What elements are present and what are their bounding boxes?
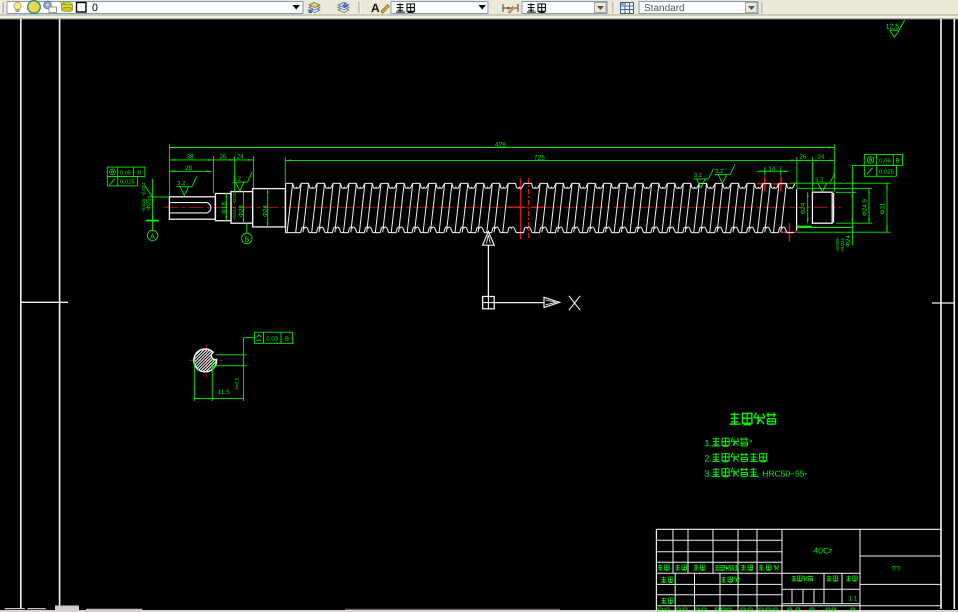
svg-text:14: 14 [769, 165, 776, 172]
svg-text:Φ28: Φ28 [238, 205, 245, 217]
svg-text:B: B [896, 157, 900, 164]
svg-text:0.03: 0.03 [266, 336, 278, 343]
svg-text:12.5: 12.5 [886, 24, 900, 31]
svg-text:3.2: 3.2 [815, 176, 824, 183]
svg-text:B: B [285, 336, 289, 343]
svg-text:24: 24 [237, 153, 245, 160]
svg-text:429: 429 [495, 141, 506, 148]
svg-text:3.2: 3.2 [233, 175, 242, 182]
svg-text:40Cr: 40Cr [814, 546, 833, 556]
svg-text:+0.014: +0.014 [840, 238, 845, 252]
svg-text:B: B [244, 236, 249, 243]
svg-text:38: 38 [187, 153, 195, 160]
svg-text:Φ24: Φ24 [262, 205, 269, 217]
svg-text:Φ25: Φ25 [145, 198, 152, 210]
svg-text:2.: 2. [705, 454, 713, 464]
svg-text:+0.028: +0.028 [232, 190, 237, 204]
svg-text:725: 725 [534, 154, 545, 161]
svg-text:Φ31: Φ31 [880, 202, 887, 214]
svg-text:Φ24: Φ24 [800, 202, 807, 214]
svg-text:0.025: 0.025 [879, 169, 895, 176]
svg-text:Φ18: Φ18 [221, 202, 228, 214]
svg-text:3×0.5: 3×0.5 [235, 378, 241, 390]
svg-text:3.2: 3.2 [715, 168, 724, 175]
svg-text:1:1: 1:1 [849, 596, 858, 603]
svg-text:1.: 1. [705, 438, 713, 448]
svg-text:0.05: 0.05 [120, 169, 131, 176]
svg-text:0.025: 0.025 [120, 179, 135, 186]
svg-text:3.: 3. [705, 469, 713, 479]
svg-text:A: A [371, 1, 380, 15]
svg-text:11.5: 11.5 [218, 389, 230, 396]
svg-text:-0.016: -0.016 [141, 199, 146, 212]
svg-text:26: 26 [220, 153, 228, 160]
svg-text:Standard: Standard [644, 3, 685, 14]
svg-text:0: 0 [92, 2, 98, 14]
svg-text:+0.028: +0.028 [835, 238, 840, 252]
svg-text:+0.014: +0.014 [232, 206, 237, 220]
svg-text:3.2: 3.2 [694, 172, 703, 179]
svg-text:-0.043: -0.043 [141, 183, 146, 196]
svg-text:B: B [137, 170, 141, 176]
svg-text:, HRC50~55◦: , HRC50~55◦ [758, 469, 808, 479]
svg-text:26: 26 [800, 154, 807, 161]
svg-text:3.2: 3.2 [177, 180, 186, 187]
svg-text:??: ?? [892, 565, 901, 574]
svg-text:Φ24: Φ24 [845, 235, 852, 247]
svg-text:A: A [150, 233, 155, 240]
svg-text:24: 24 [818, 154, 825, 161]
svg-text:°: ° [749, 438, 753, 448]
svg-text:0.06: 0.06 [879, 157, 891, 164]
svg-text:28: 28 [185, 165, 193, 172]
svg-text:Φ24.9: Φ24.9 [862, 198, 869, 216]
